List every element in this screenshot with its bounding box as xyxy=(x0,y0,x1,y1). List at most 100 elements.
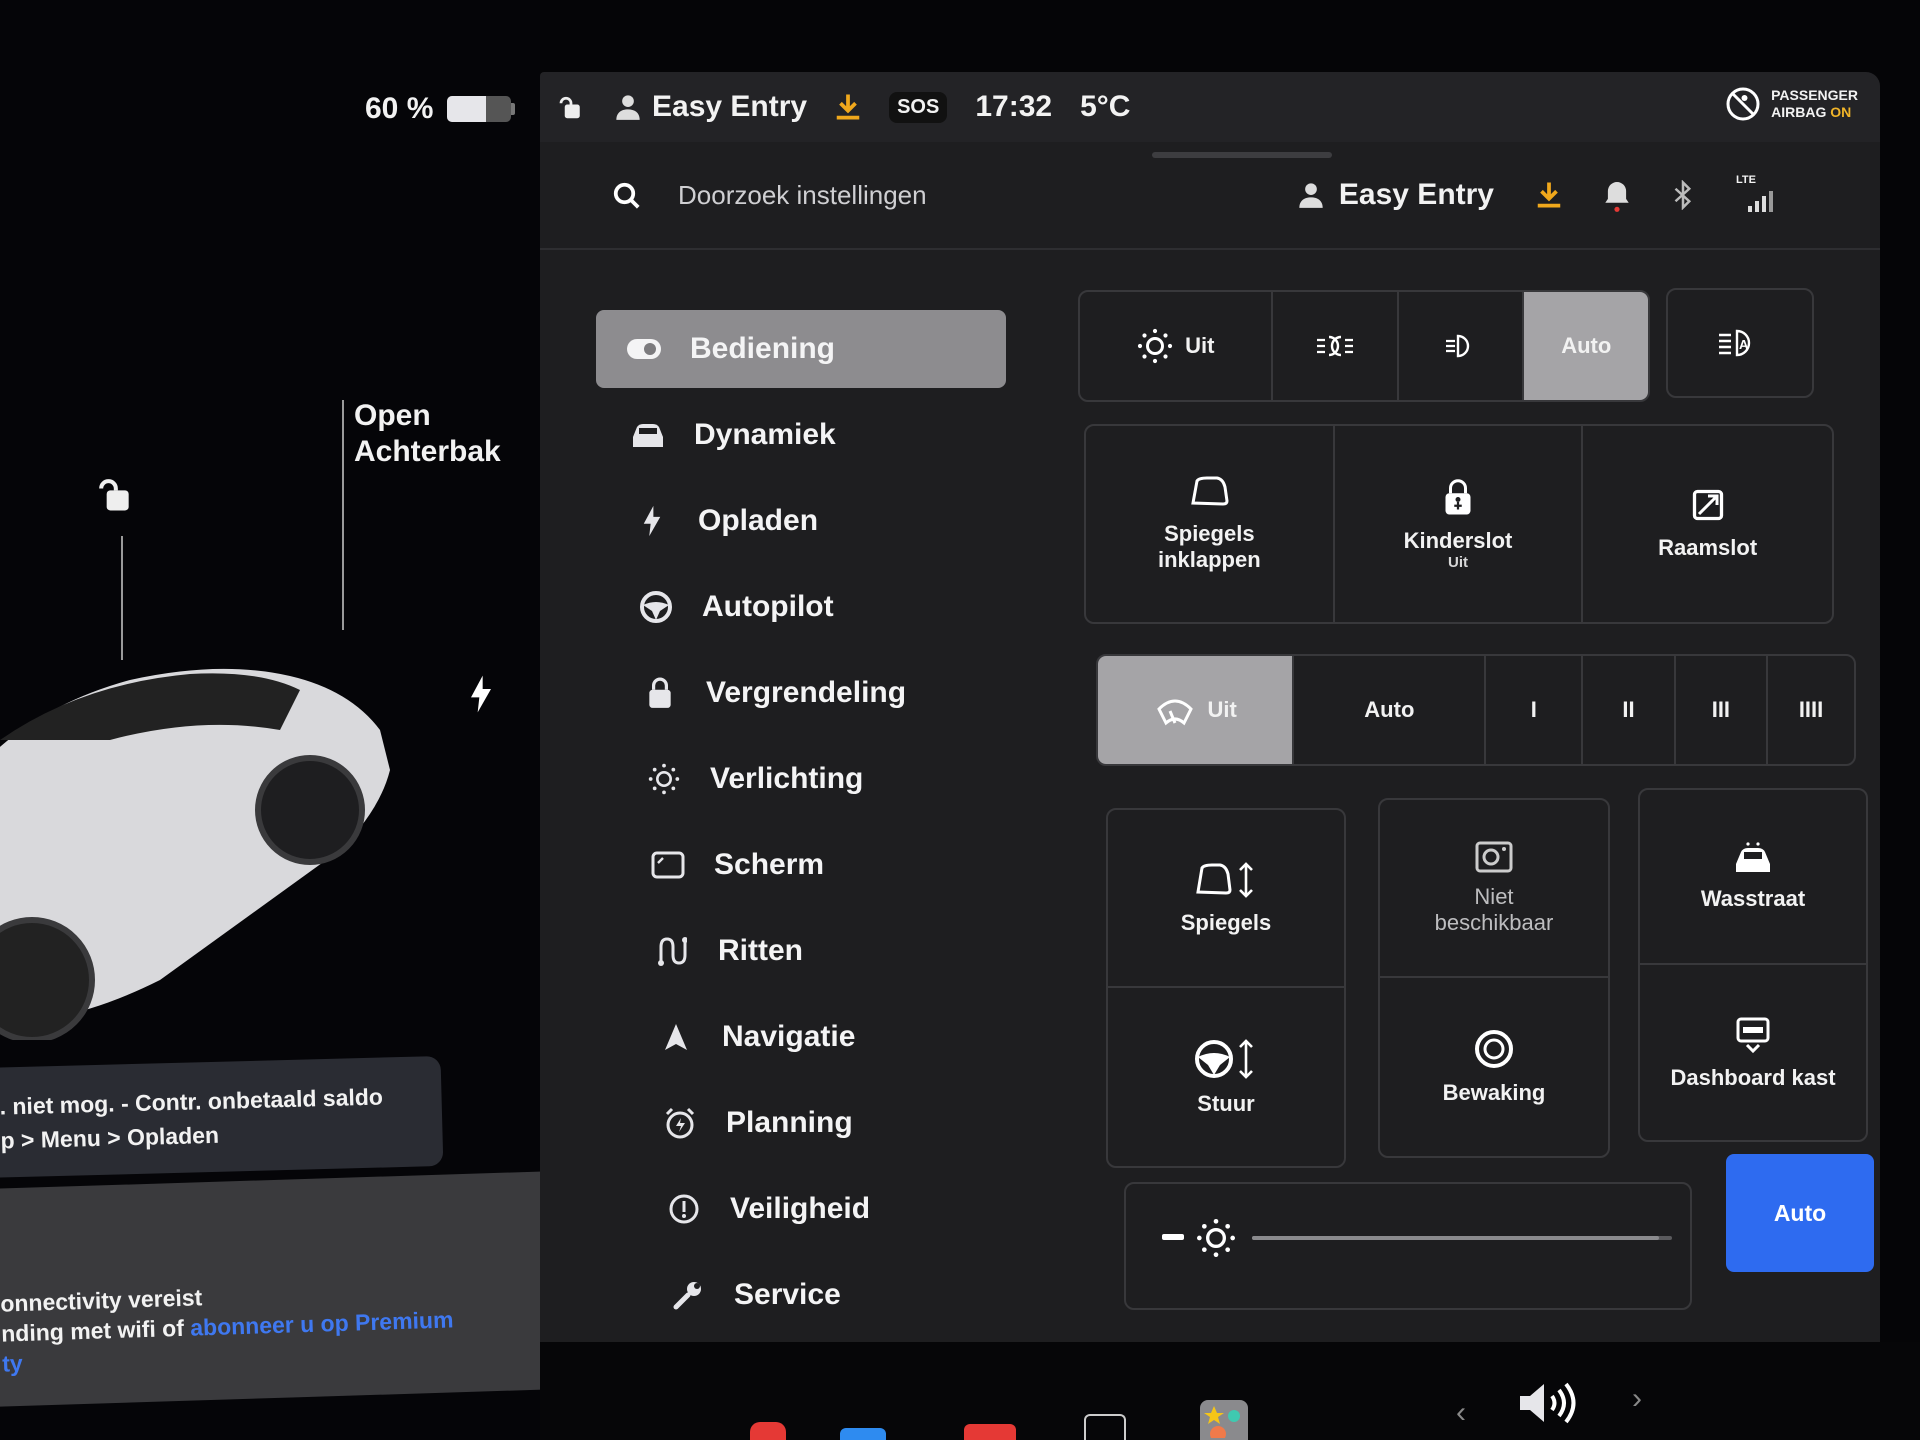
sidebar-item-veiligheid[interactable]: Veiligheid xyxy=(636,1170,1006,1248)
settings-search[interactable]: Doorzoek instellingen xyxy=(612,180,927,211)
sidebar-item-bediening[interactable]: Bediening xyxy=(596,310,1006,388)
low-beam-button[interactable] xyxy=(1399,292,1525,400)
auto-high-beam-icon: A xyxy=(1719,329,1751,357)
car-icon xyxy=(630,417,666,453)
search-input[interactable]: Doorzoek instellingen xyxy=(678,180,927,211)
drag-handle[interactable] xyxy=(1152,152,1332,158)
window-lock-button[interactable]: Raamslot xyxy=(1583,426,1832,622)
battery-icon xyxy=(447,96,512,122)
sidebar-item-vergrendeling[interactable]: Vergrendeling xyxy=(612,654,1006,732)
adjust-steering-button[interactable]: Stuur xyxy=(1108,988,1344,1166)
sidebar-item-ritten[interactable]: Ritten xyxy=(624,912,1006,990)
bolt-icon xyxy=(634,503,670,539)
profile-button[interactable]: Easy Entry xyxy=(1297,178,1494,212)
fold-mirrors-button[interactable]: Spiegels inklappen xyxy=(1086,426,1335,622)
car-image xyxy=(0,668,390,1040)
lock-status[interactable] xyxy=(556,91,586,123)
adjust-group: Spiegels Stuur xyxy=(1106,808,1346,1168)
volume-down-button[interactable]: ‹ xyxy=(1456,1396,1466,1430)
minus-icon xyxy=(1162,1234,1184,1240)
app-icon-red[interactable] xyxy=(750,1422,786,1440)
clock: 17:32 xyxy=(975,90,1053,123)
brightness-slider[interactable] xyxy=(1252,1236,1672,1240)
wiper-speed-1-button[interactable]: I xyxy=(1486,656,1584,764)
wipers-auto-button[interactable]: Auto xyxy=(1294,656,1487,764)
bluetooth-icon[interactable] xyxy=(1672,180,1694,210)
adjust-mirrors-button[interactable]: Spiegels xyxy=(1108,810,1344,988)
wiper-control: Uit Auto I II III IIII xyxy=(1096,654,1856,766)
sidebar-item-label: Veiligheid xyxy=(730,1192,871,1225)
sidebar-item-label: Planning xyxy=(726,1106,853,1139)
wiper-speed-4-button[interactable]: IIII xyxy=(1768,656,1854,764)
display-brightness-control xyxy=(1124,1182,1692,1310)
mirror-icon xyxy=(1191,476,1229,506)
glovebox-button[interactable]: Dashboard kast xyxy=(1640,965,1866,1140)
premium-connectivity-link[interactable]: abonneer u op Premium xyxy=(190,1306,454,1340)
dashcam-icon xyxy=(1475,841,1513,873)
volume-up-button[interactable]: › xyxy=(1632,1382,1642,1416)
dashcam-unavailable-button[interactable]: Niet beschikbaar xyxy=(1380,800,1608,978)
child-lock-icon xyxy=(1445,478,1471,514)
sidebar-item-label: Service xyxy=(734,1278,841,1311)
auto-high-beam-toggle[interactable]: A xyxy=(1668,290,1812,396)
sidebar-item-planning[interactable]: Planning xyxy=(632,1084,1006,1162)
status-bar: Easy Entry SOS 17:32 5°C PASSENGER AIRBA… xyxy=(540,72,1880,142)
brightness-icon xyxy=(1197,1219,1235,1257)
outside-temperature: 5°C xyxy=(1080,90,1131,123)
sidebar-item-service[interactable]: Service xyxy=(640,1256,1006,1334)
alarm-icon xyxy=(662,1105,698,1141)
route-icon xyxy=(654,933,690,969)
wiper-speed-3-button[interactable]: III xyxy=(1676,656,1769,764)
download-icon[interactable] xyxy=(1536,180,1562,210)
access-controls: Spiegels inklappen Kinderslot Uit Raamslot xyxy=(1084,424,1834,624)
sun-icon xyxy=(1137,328,1173,364)
parking-lights-button[interactable] xyxy=(1273,292,1399,400)
sidebar-item-label: Ritten xyxy=(718,934,803,967)
sentry-mode-button[interactable]: Bewaking xyxy=(1380,978,1608,1156)
open-trunk-button[interactable]: Open Achterbak xyxy=(354,398,501,470)
car-status-panel: 60 % Open Achterbak . niet mog. - Contr.… xyxy=(0,0,572,1440)
sos-button[interactable]: SOS xyxy=(889,91,948,123)
low-beam-icon xyxy=(1445,334,1469,358)
toybox-app-icon[interactable] xyxy=(1200,1400,1248,1440)
camera-sentry-group: Niet beschikbaar Bewaking xyxy=(1378,798,1610,1158)
mirror-adjust-icon xyxy=(1196,862,1253,898)
car-wash-icon xyxy=(1736,841,1770,872)
wipers-off-button[interactable]: Uit xyxy=(1098,656,1295,764)
profile-button[interactable]: Easy Entry xyxy=(614,90,807,124)
light-icon xyxy=(646,761,682,797)
more-apps-icon[interactable] xyxy=(1084,1414,1126,1440)
sidebar-item-verlichting[interactable]: Verlichting xyxy=(616,740,1006,818)
charging-notice[interactable]: . niet mog. - Contr. onbetaald saldo p >… xyxy=(0,1055,444,1179)
window-lock-icon xyxy=(1692,489,1723,521)
sidebar-item-label: Vergrendeling xyxy=(706,676,907,709)
bolt-icon xyxy=(471,675,491,713)
calendar-app-icon[interactable] xyxy=(964,1424,1016,1440)
brightness-auto-button[interactable]: Auto xyxy=(1726,1154,1874,1272)
sentry-icon xyxy=(1475,1030,1513,1068)
unlock-door-button[interactable] xyxy=(92,472,136,516)
person-icon xyxy=(1299,183,1323,208)
display-icon xyxy=(650,847,686,883)
headlights-auto-button[interactable]: Auto xyxy=(1524,292,1648,400)
sidebar-item-opladen[interactable]: Opladen xyxy=(604,482,1006,560)
steering-wheel-icon xyxy=(638,589,674,625)
sidebar-item-dynamiek[interactable]: Dynamiek xyxy=(600,396,1006,474)
sidebar-item-scherm[interactable]: Scherm xyxy=(620,826,1006,904)
brightness-slider-fill xyxy=(1252,1236,1660,1240)
volume-button[interactable] xyxy=(1518,1378,1576,1428)
notification-bell-icon[interactable] xyxy=(1604,178,1630,212)
car-wash-button[interactable]: Wasstraat xyxy=(1640,790,1866,965)
download-icon xyxy=(836,94,860,120)
battery-status: 60 % xyxy=(365,92,516,126)
person-icon xyxy=(616,95,640,120)
headlights-off-button[interactable]: Uit xyxy=(1080,292,1274,400)
auto-high-beam-button[interactable]: A xyxy=(1666,288,1814,398)
sidebar-item-autopilot[interactable]: Autopilot xyxy=(608,568,1006,646)
wiper-speed-2-button[interactable]: II xyxy=(1583,656,1676,764)
child-lock-button[interactable]: Kinderslot Uit xyxy=(1335,426,1584,622)
sidebar-item-navigatie[interactable]: Navigatie xyxy=(628,998,1006,1076)
app-icon-blue[interactable] xyxy=(840,1428,886,1440)
software-update-button[interactable] xyxy=(835,92,861,122)
charge-port-button[interactable] xyxy=(466,674,496,714)
